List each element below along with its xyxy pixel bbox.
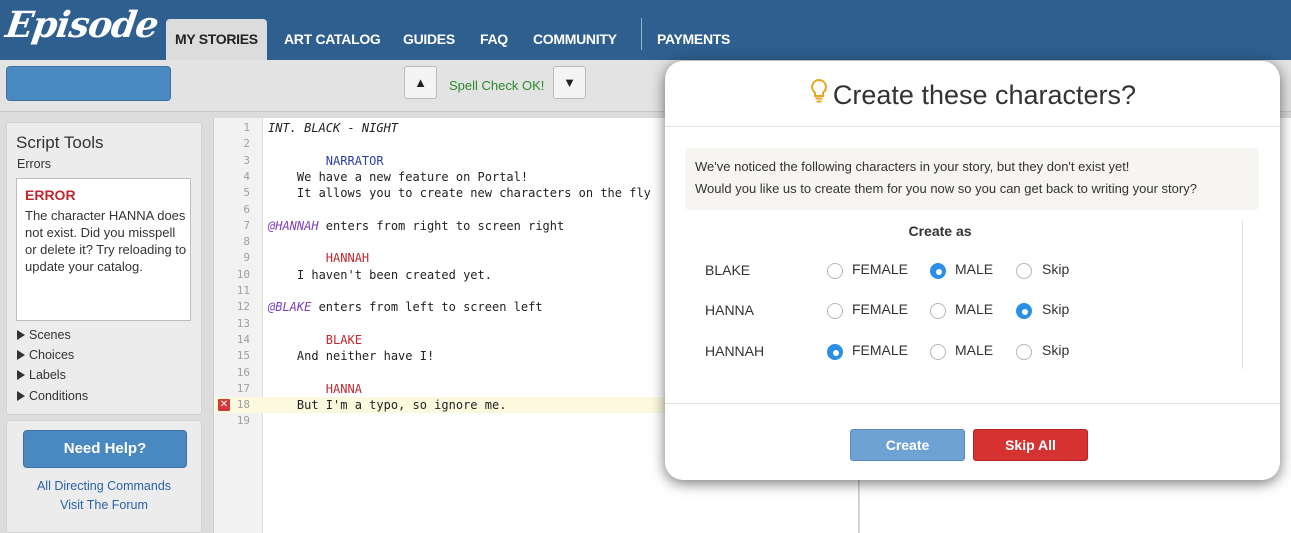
line-number: 3 <box>243 153 250 167</box>
line-text: INT. BLACK - NIGHT <box>268 121 399 135</box>
line-number: 15 <box>236 349 250 363</box>
script-tools-title: Script Tools <box>16 133 104 152</box>
tool-conditions[interactable]: Conditions <box>17 389 88 403</box>
nav-divider <box>641 18 642 50</box>
notice-box: We've noticed the following characters i… <box>685 148 1259 210</box>
line-number: 13 <box>236 316 250 330</box>
story-action-button[interactable] <box>6 66 171 101</box>
line-text: And neither have I! <box>268 349 435 364</box>
line-number: 18 <box>236 398 250 412</box>
radio-label-skip[interactable]: Skip <box>1042 261 1069 277</box>
line-text: @HANNAH enters from right to screen righ… <box>268 218 564 234</box>
line-number: 9 <box>243 251 250 265</box>
line-number: 11 <box>236 284 250 297</box>
line-number: 6 <box>243 202 250 216</box>
triangle-right-icon <box>17 391 25 401</box>
line-number: 12 <box>236 300 250 314</box>
line-number: 2 <box>243 137 250 151</box>
line-number: 16 <box>236 365 250 379</box>
lightbulb-icon <box>809 62 829 130</box>
line-text-rest: enters from left to screen left <box>311 300 543 315</box>
line-number: 1 <box>243 121 250 134</box>
line-text: I haven't been created yet. <box>268 267 492 282</box>
radio-label-female[interactable]: FEMALE <box>852 261 908 277</box>
radio-label-skip[interactable]: Skip <box>1042 342 1069 358</box>
character-name: HANNAH <box>705 343 765 359</box>
line-number: 10 <box>236 267 250 281</box>
line-number: 14 <box>236 332 250 346</box>
character-name: HANNA <box>705 302 755 318</box>
radio-label-male[interactable]: MALE <box>955 261 993 277</box>
top-nav: Episode MY STORIES ART CATALOG GUIDES FA… <box>0 0 1291 60</box>
skip-all-button[interactable]: Skip All <box>973 429 1088 461</box>
character-tag: @BLAKE <box>268 300 312 315</box>
radio-female[interactable] <box>827 303 843 319</box>
line-text: HANNAH <box>268 251 370 266</box>
triangle-right-icon <box>17 350 25 360</box>
tab-faq[interactable]: FAQ <box>480 19 508 60</box>
chevron-up-icon[interactable]: ▲ <box>404 66 437 99</box>
script-tools-panel: Script Tools Errors ERROR The character … <box>6 122 202 415</box>
line-text-rest: enters from right to screen right <box>318 218 565 233</box>
all-directing-commands-link[interactable]: All Directing Commands <box>7 479 201 493</box>
error-title: ERROR <box>25 187 76 203</box>
triangle-right-icon <box>17 330 25 340</box>
radio-male[interactable] <box>930 263 946 279</box>
radio-skip[interactable] <box>1016 344 1032 360</box>
notice-line-2: Would you like us to create them for you… <box>695 181 1197 196</box>
line-text: HANNA <box>268 381 362 396</box>
error-box: ERROR The character HANNA does not exist… <box>16 178 191 321</box>
dialog-title-text: Create these characters? <box>832 80 1137 110</box>
radio-label-skip[interactable]: Skip <box>1042 301 1069 317</box>
tool-scenes[interactable]: Scenes <box>17 328 71 342</box>
line-number: 7 <box>243 218 250 232</box>
line-text: @BLAKE enters from left to screen left <box>268 299 543 315</box>
create-button[interactable]: Create <box>850 429 965 461</box>
episode-logo[interactable]: Episode <box>3 4 161 46</box>
create-as-header: Create as <box>908 223 972 239</box>
radio-label-male[interactable]: MALE <box>955 342 993 358</box>
line-number: 8 <box>243 235 250 249</box>
line-number: 17 <box>236 381 250 395</box>
radio-male[interactable] <box>930 344 946 360</box>
tab-payments[interactable]: PAYMENTS <box>657 19 730 60</box>
tab-my-stories[interactable]: MY STORIES <box>166 19 267 60</box>
dialog-footer-divider <box>665 403 1280 404</box>
tool-choices[interactable]: Choices <box>17 348 74 362</box>
notice-line-1: We've noticed the following characters i… <box>695 159 1130 174</box>
radio-female[interactable] <box>827 344 843 360</box>
errors-label: Errors <box>17 157 52 171</box>
chevron-down-icon[interactable]: ▼ <box>553 66 586 99</box>
line-number: 5 <box>243 186 250 200</box>
create-characters-dialog: Create these characters? We've noticed t… <box>665 61 1280 480</box>
line-number: 4 <box>243 169 250 183</box>
line-text: BLAKE <box>268 332 362 347</box>
tab-community[interactable]: COMMUNITY <box>533 19 617 60</box>
radio-label-male[interactable]: MALE <box>955 301 993 317</box>
error-message: The character HANNA does not exist. Did … <box>25 208 187 274</box>
need-help-button[interactable]: Need Help? <box>23 430 187 468</box>
radio-label-female[interactable]: FEMALE <box>852 342 908 358</box>
tab-art-catalog[interactable]: ART CATALOG <box>284 19 381 60</box>
scroll-track <box>1242 221 1243 369</box>
triangle-right-icon <box>17 370 25 380</box>
radio-label-female[interactable]: FEMALE <box>852 301 908 317</box>
line-text: It allows you to create new characters o… <box>268 186 651 201</box>
dialog-title: Create these characters? <box>665 61 1280 127</box>
character-name: BLAKE <box>705 262 751 278</box>
spell-check-status: Spell Check OK! <box>449 78 545 93</box>
visit-forum-link[interactable]: Visit The Forum <box>7 498 201 512</box>
radio-female[interactable] <box>827 263 843 279</box>
line-text: But I'm a typo, so ignore me. <box>268 398 507 413</box>
line-text: We have a new feature on Portal! <box>268 169 529 184</box>
radio-skip[interactable] <box>1016 303 1032 319</box>
line-text: NARRATOR <box>268 153 384 168</box>
radio-skip[interactable] <box>1016 263 1032 279</box>
radio-male[interactable] <box>930 303 946 319</box>
tool-labels[interactable]: Labels <box>17 368 66 382</box>
help-panel: Need Help? All Directing Commands Visit … <box>6 420 202 533</box>
character-tag: @HANNAH <box>268 218 319 233</box>
line-number: 19 <box>236 414 250 428</box>
tab-guides[interactable]: GUIDES <box>403 19 455 60</box>
